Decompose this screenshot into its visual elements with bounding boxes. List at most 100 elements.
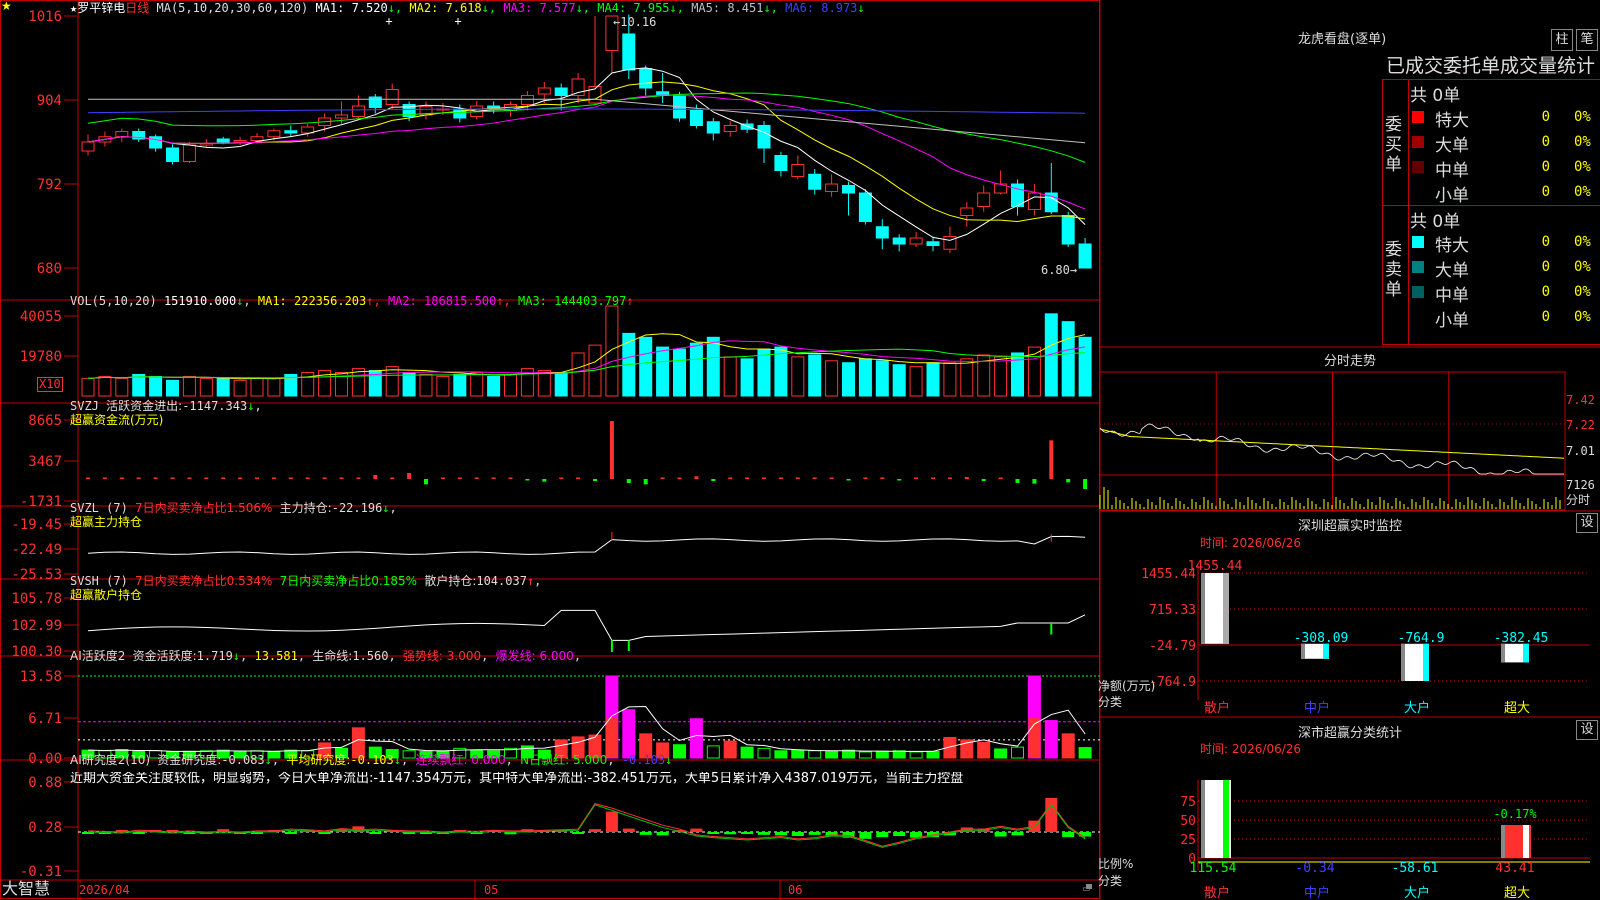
activity-bar	[757, 747, 771, 759]
marker-plus-1: +	[385, 14, 392, 28]
candlestick-group	[81, 14, 1092, 269]
fund-flow-bar	[998, 477, 1003, 479]
monitor-bar-shade	[1401, 643, 1405, 681]
svzl-line	[87, 535, 1086, 555]
order-type-label: 特大	[1435, 236, 1469, 256]
legend-arrow: ↓,	[481, 1, 504, 15]
candle-body	[385, 89, 399, 105]
order-color-swatch	[1412, 261, 1424, 273]
fund-flow-bar	[863, 477, 868, 479]
legend-item: MA5: 8.451	[691, 1, 764, 15]
volume-bar	[233, 379, 247, 397]
activity-bar	[723, 740, 737, 759]
research-red-line	[87, 802, 1086, 847]
volume-bar	[250, 377, 264, 397]
svzj-arrow: ↓	[247, 399, 255, 413]
svsh-line	[87, 609, 1086, 641]
period-label[interactable]: 日线	[125, 1, 149, 15]
svzj-tick-2: -1731	[20, 494, 62, 510]
volume-bar	[149, 375, 163, 397]
volume-bar	[470, 372, 484, 397]
candle-body	[926, 241, 940, 246]
candle-body	[520, 95, 534, 105]
price-tick-0: 1016	[28, 9, 62, 25]
svsh-title: SVSH (7)	[70, 574, 128, 588]
research-bar	[774, 832, 787, 836]
price-tick-3: 680	[37, 261, 62, 277]
volume-bar	[402, 372, 416, 397]
svzl-value: -22.196	[331, 501, 383, 515]
ai2-tick-2: -0.31	[20, 864, 62, 880]
monitor-settings-button[interactable]: 设	[1576, 513, 1598, 533]
monitor-bar-shade	[1201, 573, 1205, 644]
candle-body	[233, 140, 247, 143]
fund-flow-bar	[305, 477, 310, 479]
order-pct: 0%	[1574, 259, 1591, 275]
classify-category-3: 超大	[1504, 886, 1530, 900]
fund-flow-bar	[745, 477, 750, 479]
order-pct: 0%	[1574, 234, 1591, 250]
fund-flow-bar	[931, 477, 935, 479]
fund-flow-bar	[660, 477, 665, 479]
fund-flow-bar	[914, 477, 919, 479]
ai1-life: 1.560	[352, 649, 389, 663]
ai1-strong: 强势线: 3.000	[402, 649, 482, 663]
monitor-bar-edge	[1423, 643, 1429, 681]
volume-bar	[571, 352, 585, 397]
fund-flow-bar	[390, 477, 395, 479]
monitor-bar-edge	[1223, 573, 1229, 644]
vol-legend: MA1: 222356.203↑, MA2: 186815.500↑, MA3:…	[258, 294, 634, 308]
monitor-bar-shade	[1301, 643, 1305, 659]
activity-bar	[706, 745, 720, 759]
order-color-swatch	[1412, 236, 1424, 248]
volume-bar	[182, 375, 196, 397]
candle-body	[267, 130, 281, 138]
fund-flow-bar	[170, 477, 175, 479]
candle-body	[808, 173, 822, 190]
monitor-category-1: 中户	[1304, 700, 1330, 716]
ai2-label: 资金研究度:	[157, 753, 222, 767]
svzl-tick-0: -19.45	[11, 517, 62, 533]
ai1-tick-2: 0.00	[28, 751, 62, 767]
research-bar	[808, 832, 821, 835]
ai1-tick-1: 6.71	[28, 711, 62, 727]
volume-bar	[960, 358, 974, 397]
research-bar	[656, 832, 669, 836]
volume-bar	[689, 342, 703, 397]
fund-flow-bar	[491, 477, 496, 479]
ai2-last: -0.103	[621, 753, 666, 767]
fund-flow-bar	[255, 477, 259, 479]
lock-icon[interactable]: ▭	[1083, 882, 1090, 896]
research-bar	[690, 828, 703, 832]
intraday-title: 分时走势	[1323, 354, 1376, 369]
legend-item: MA1: 7.520	[315, 1, 388, 15]
volume-bar	[216, 377, 230, 397]
candle-body	[689, 110, 703, 126]
order-pct: 0%	[1574, 309, 1591, 325]
stock-name[interactable]: 罗平锌电	[77, 1, 125, 15]
fund-flow-bar	[153, 477, 158, 479]
tick-view-button[interactable]: 笔	[1576, 29, 1598, 51]
monitor-value-3: -382.45	[1494, 631, 1549, 646]
vol-arrow: ↓	[236, 294, 244, 308]
fund-flow-bar	[897, 479, 902, 481]
monitor-ylabel: 净额(万元)	[1098, 679, 1156, 693]
classify-settings-button[interactable]: 设	[1576, 720, 1598, 740]
fund-flow-bar	[86, 477, 90, 479]
intraday-y-1: 7.22	[1566, 418, 1595, 432]
svzl-tick-1: -22.49	[11, 542, 62, 558]
candle-body	[182, 144, 196, 162]
order-type-label: 大单	[1435, 136, 1469, 156]
monitor-value-1: -308.09	[1294, 631, 1349, 646]
research-bar	[572, 832, 585, 834]
fund-flow-bar	[322, 477, 327, 479]
classify-ytick-2: 25	[1180, 833, 1196, 848]
volume-bar	[554, 372, 568, 397]
bar-view-button[interactable]: 柱	[1551, 29, 1573, 51]
candle-body	[875, 226, 889, 239]
fund-flow-bar	[694, 476, 699, 479]
order-color-swatch	[1412, 111, 1424, 123]
fund-flow-bar	[1083, 479, 1088, 489]
volume-bar	[791, 356, 805, 397]
ma3-line	[87, 94, 1086, 210]
